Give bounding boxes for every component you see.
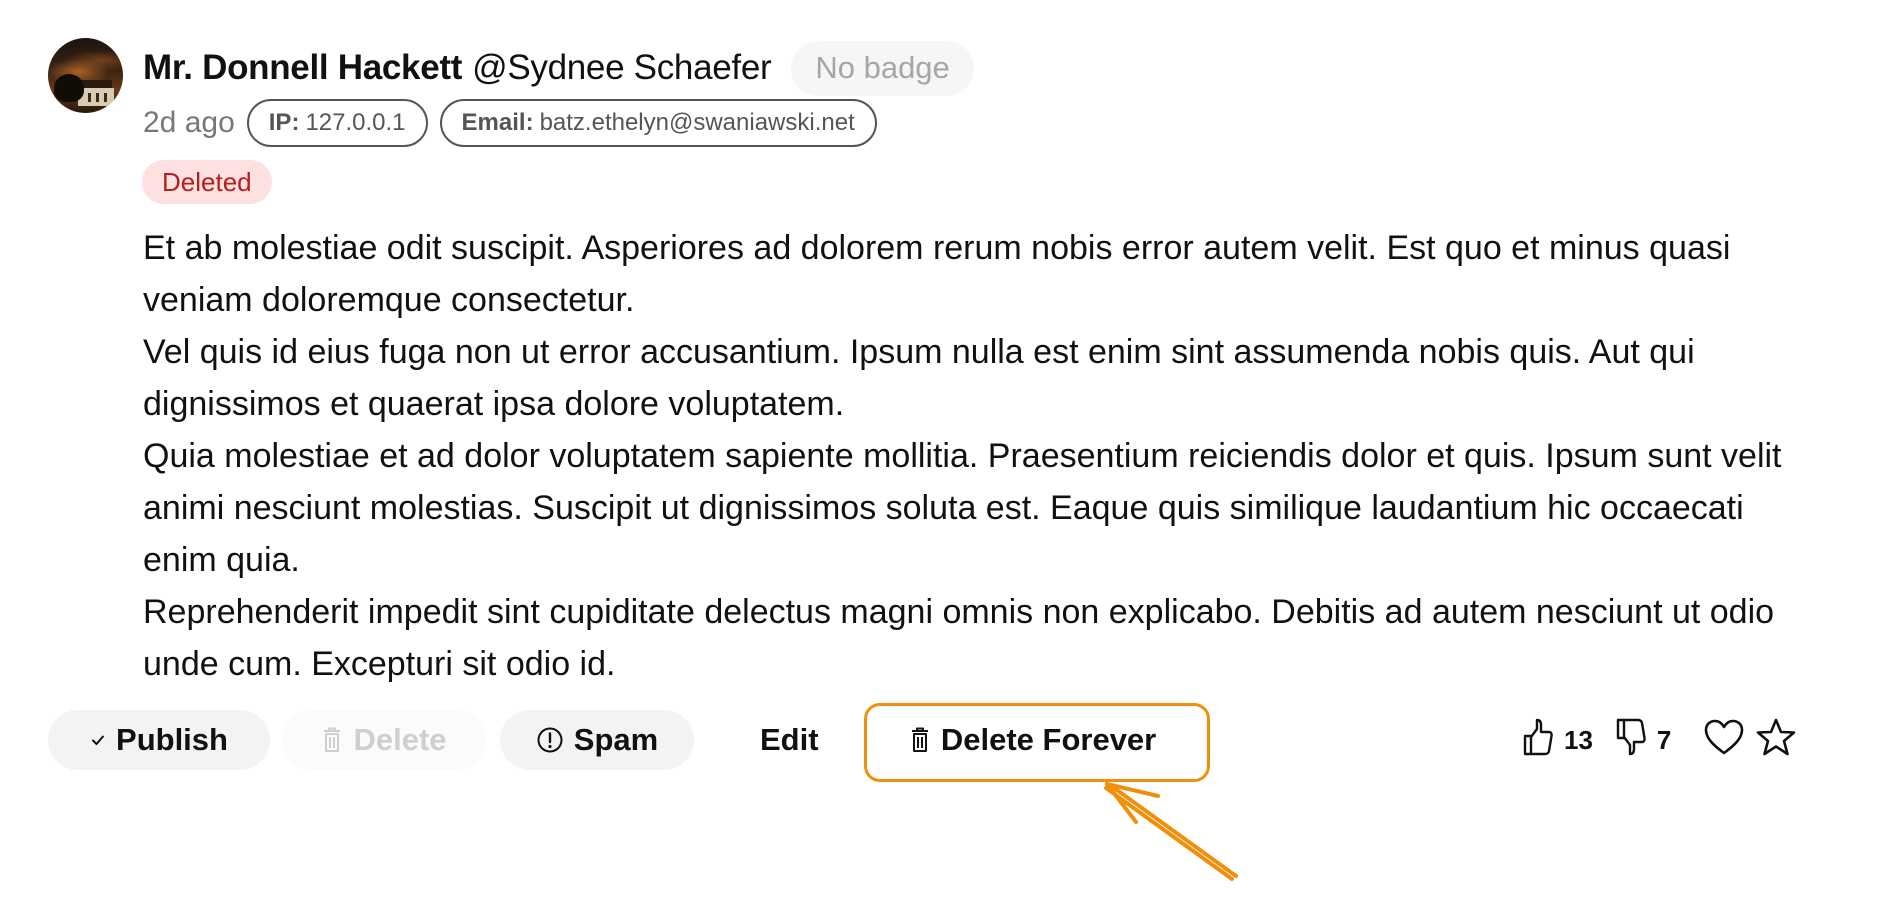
dislike-count: 7 xyxy=(1656,724,1672,755)
trash-icon xyxy=(321,726,343,754)
star-icon xyxy=(1755,717,1797,764)
avatar-tree xyxy=(54,74,84,102)
thumbs-up-icon xyxy=(1522,717,1554,764)
spam-label: Spam xyxy=(573,722,659,757)
avatar[interactable] xyxy=(48,38,123,113)
email-value: batz.ethelyn@swaniawski.net xyxy=(539,109,855,136)
delete-label: Delete xyxy=(353,722,447,757)
delete-button[interactable]: Delete xyxy=(282,710,486,770)
author-name[interactable]: Mr. Donnell Hackett xyxy=(143,48,462,88)
reactions: 13 7 xyxy=(1522,718,1797,762)
status-badge: Deleted xyxy=(142,160,272,204)
comment-paragraph: Et ab molestiae odit suscipit. Asperiore… xyxy=(143,229,1731,319)
avatar-window xyxy=(88,93,91,102)
comment-actions: Publish Delete Spam Edit Delete Forever xyxy=(48,710,1205,770)
avatar-window xyxy=(104,93,107,102)
timestamp: 2d ago xyxy=(143,106,235,139)
email-label: Email: xyxy=(461,109,534,136)
ip-value: 127.0.0.1 xyxy=(305,109,406,136)
arrow-shaft xyxy=(1104,786,1234,881)
favorite-button[interactable] xyxy=(1703,718,1745,763)
arrow-head xyxy=(1105,782,1138,824)
trash-icon xyxy=(909,726,931,754)
email-pill: Email: batz.ethelyn@swaniawski.net xyxy=(439,99,877,147)
edit-button[interactable]: Edit xyxy=(730,710,849,770)
comment-body: Et ab molestiae odit suscipit. Asperiore… xyxy=(143,222,1803,690)
dislike-button[interactable]: 7 xyxy=(1615,717,1671,764)
comment-paragraph: Vel quis id eius fuga non ut error accus… xyxy=(143,333,1695,423)
thumbs-down-icon xyxy=(1615,717,1647,764)
ip-label: IP: xyxy=(268,109,300,136)
avatar-window xyxy=(96,93,99,102)
delete-forever-label: Delete Forever xyxy=(940,722,1157,757)
arrow-shaft xyxy=(1108,783,1238,878)
arrow-head xyxy=(1105,782,1160,798)
author-handle[interactable]: @Sydnee Schaefer xyxy=(472,48,772,88)
spam-button[interactable]: Spam xyxy=(500,710,694,770)
star-button[interactable] xyxy=(1755,717,1797,764)
ip-pill: IP: 127.0.0.1 xyxy=(246,99,428,147)
like-button[interactable]: 13 xyxy=(1522,717,1593,764)
delete-forever-button[interactable]: Delete Forever xyxy=(861,710,1205,770)
user-badge: No badge xyxy=(791,40,974,96)
like-count: 13 xyxy=(1564,724,1593,755)
comment-meta: 2d ago IP: 127.0.0.1 Email: batz.ethelyn… xyxy=(143,99,889,147)
comment-paragraph: Reprehenderit impedit sint cupiditate de… xyxy=(143,593,1775,683)
check-icon xyxy=(90,732,106,748)
comment-paragraph: Quia molestiae et ad dolor voluptatem sa… xyxy=(143,437,1782,579)
comment-header: Mr. Donnell Hackett @Sydnee Schaefer No … xyxy=(143,40,974,96)
publish-button[interactable]: Publish xyxy=(48,710,270,770)
exclamation-circle-icon xyxy=(536,726,564,754)
publish-label: Publish xyxy=(116,722,228,757)
heart-icon xyxy=(1703,718,1745,763)
